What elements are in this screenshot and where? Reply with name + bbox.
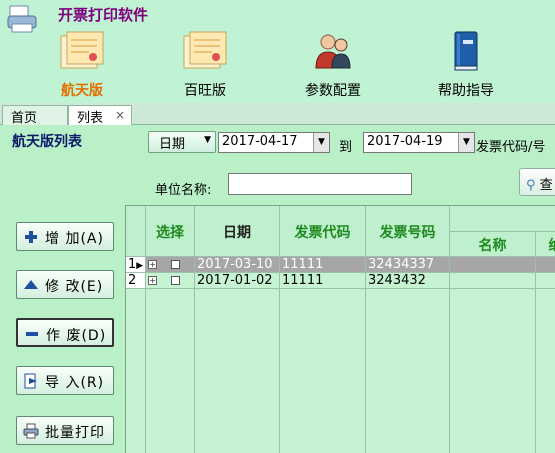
batch-print-label: 批量打印 (45, 425, 105, 441)
close-icon[interactable]: × (115, 108, 125, 122)
add-button[interactable]: 增 加(A) (16, 222, 114, 251)
to-label: 到 (339, 140, 353, 155)
date-to-picker[interactable]: 2017-04-19 ▼ (363, 132, 475, 153)
printer-icon (23, 423, 39, 439)
select-cell[interactable]: + (146, 257, 195, 273)
name-cell[interactable] (450, 273, 536, 289)
date-type-value: 日期 (159, 137, 186, 152)
chevron-down-icon[interactable]: ▼ (313, 133, 329, 152)
invoice-doc-icon (183, 31, 227, 69)
invoice-doc-icon (60, 31, 104, 69)
column-group-header (450, 206, 555, 232)
name-cell[interactable] (450, 257, 536, 273)
search-icon: ⚲ (526, 178, 536, 193)
module-label: 帮助指导 (438, 83, 494, 99)
module-label: 百旺版 (184, 83, 226, 99)
add-label: 增 加(A) (45, 231, 104, 247)
edit-button[interactable]: 修 改(E) (16, 270, 114, 299)
import-icon (24, 373, 37, 389)
section-title: 航天版列表 (12, 134, 82, 150)
unit-name-label: 单位名称: (155, 183, 212, 198)
void-button[interactable]: 作 废(D) (16, 318, 114, 347)
module-label: 参数配置 (305, 83, 361, 99)
date-to-value: 2017-04-19 (367, 134, 443, 149)
row-header-corner (126, 206, 146, 257)
row-number: 2 (126, 273, 146, 289)
date-from-value: 2017-04-17 (222, 134, 298, 149)
grid-line (194, 257, 195, 453)
date-type-select[interactable]: 日期 ▼ (148, 131, 216, 153)
edit-label: 修 改(E) (45, 279, 104, 295)
query-label: 查 (539, 178, 553, 193)
grid-line (145, 257, 146, 453)
number-cell[interactable]: 32434337 (366, 257, 450, 273)
row-checkbox[interactable] (171, 276, 181, 285)
row-checkbox[interactable] (171, 260, 181, 269)
app-header: 开票打印软件 航天版 百旺版 参数配置 帮助指导 (0, 0, 555, 103)
unit-name-input[interactable] (228, 173, 412, 195)
module-label: 航天版 (61, 83, 103, 99)
import-label: 导 入(R) (45, 375, 105, 391)
tab-home[interactable]: 首页 (2, 105, 68, 126)
users-config-icon (315, 34, 351, 69)
row-number: 1▶ (126, 257, 146, 273)
grid-line (535, 257, 536, 453)
query-button[interactable]: ⚲ 查 (519, 168, 555, 196)
invoice-grid[interactable]: 选择 日期 发票代码 发票号码 名称 纳 1▶ + 2017-03-10 111… (125, 205, 555, 453)
tax-cell[interactable] (536, 257, 555, 273)
tab-label: 首页 (11, 111, 38, 126)
expand-icon[interactable]: + (148, 276, 157, 285)
batch-print-button[interactable]: 批量打印 (16, 416, 114, 445)
code-cell[interactable]: 11111 (280, 257, 366, 273)
grid-line (365, 257, 366, 453)
date-cell[interactable]: 2017-03-10 (195, 257, 280, 273)
column-header-code[interactable]: 发票代码 (280, 206, 366, 257)
column-header-date[interactable]: 日期 (195, 206, 280, 257)
void-label: 作 废(D) (46, 328, 107, 344)
module-baiwang[interactable]: 百旺版 (155, 30, 255, 102)
select-cell[interactable]: + (146, 273, 195, 289)
module-hangtian[interactable]: 航天版 (32, 30, 132, 102)
number-cell[interactable]: 3243432 (366, 273, 450, 289)
app-title: 开票打印软件 (58, 6, 149, 24)
chevron-down-icon: ▼ (204, 135, 211, 145)
minus-icon (26, 332, 38, 336)
invoice-code-label: 发票代码/号 (476, 140, 546, 155)
column-header-select[interactable]: 选择 (146, 206, 195, 257)
tax-cell[interactable] (536, 273, 555, 289)
list-panel: 航天版列表 日期 ▼ 2017-04-17 ▼ 到 2017-04-19 ▼ 发… (0, 125, 555, 453)
grid-line (449, 257, 450, 453)
import-button[interactable]: 导 入(R) (16, 366, 114, 395)
chevron-down-icon[interactable]: ▼ (458, 133, 474, 152)
row-pointer-icon: ▶ (136, 261, 144, 271)
tab-label: 列表 (77, 111, 104, 126)
column-header-name[interactable]: 名称 (450, 232, 536, 257)
code-cell[interactable]: 11111 (280, 273, 366, 289)
tab-bar: 首页 列表 × (0, 103, 555, 126)
triangle-up-icon (24, 280, 38, 289)
date-from-picker[interactable]: 2017-04-17 ▼ (218, 132, 330, 153)
expand-icon[interactable]: + (148, 260, 157, 269)
table-row[interactable]: 2 + 2017-01-02 11111 3243432 (126, 273, 555, 289)
column-header-tax[interactable]: 纳 (536, 232, 555, 257)
module-config[interactable]: 参数配置 (283, 30, 383, 102)
table-row[interactable]: 1▶ + 2017-03-10 11111 32434337 (126, 257, 555, 273)
grid-line (279, 257, 280, 453)
date-cell[interactable]: 2017-01-02 (195, 273, 280, 289)
module-help[interactable]: 帮助指导 (416, 30, 516, 102)
plus-icon (25, 231, 37, 243)
column-header-number[interactable]: 发票号码 (366, 206, 450, 257)
help-book-icon (454, 31, 478, 71)
tab-list[interactable]: 列表 × (68, 105, 132, 126)
